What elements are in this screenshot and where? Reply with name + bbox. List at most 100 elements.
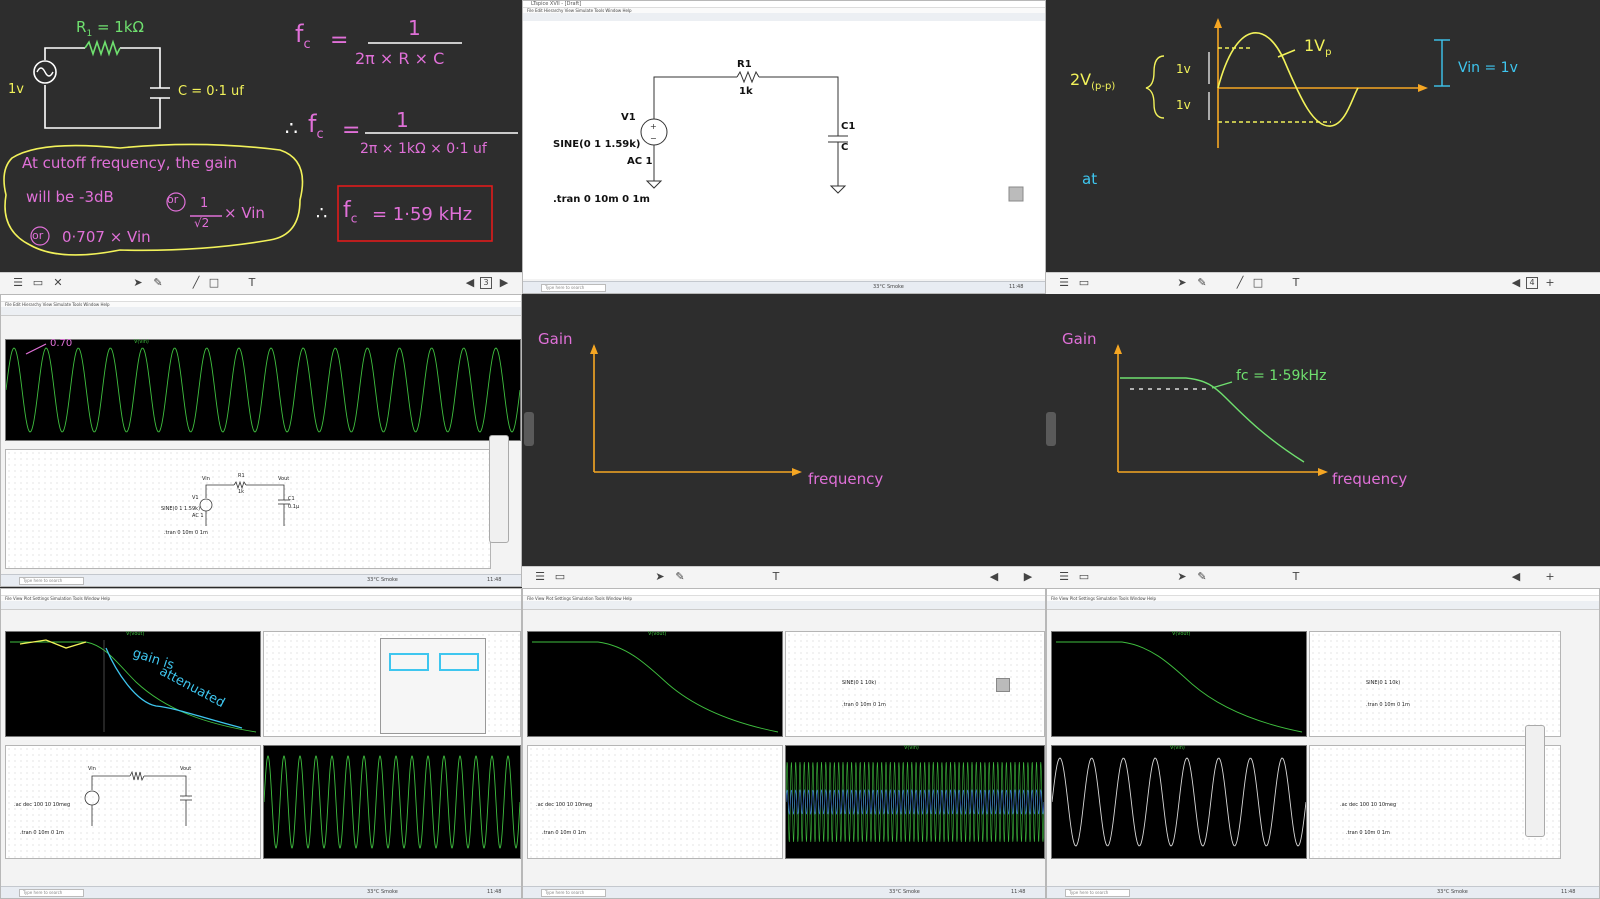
cursor-icon[interactable]: ➤ [1176, 571, 1188, 583]
menu-icon[interactable]: ☰ [12, 277, 24, 289]
vout-net-label[interactable]: Vout [180, 766, 191, 772]
note-or-2: or [32, 229, 44, 242]
v1-name[interactable]: V1 [192, 495, 199, 501]
cursor-icon[interactable]: ➤ [654, 571, 666, 583]
v1-ac[interactable]: AC 1 [192, 513, 204, 519]
screen-icon[interactable]: ▭ [554, 571, 566, 583]
c1-value[interactable]: 0.1µ [288, 504, 299, 510]
r1-value[interactable]: 1k [238, 489, 244, 495]
transient-plot-dense[interactable]: V(vin) [785, 745, 1045, 859]
vin-net-label[interactable]: Vin [88, 766, 96, 772]
pen-side-palette[interactable] [489, 435, 509, 543]
pen-icon[interactable]: ✎ [1196, 277, 1208, 289]
pen-side-palette[interactable] [1525, 725, 1545, 837]
text-icon[interactable]: T [246, 277, 258, 289]
menu-icon[interactable]: ☰ [1058, 571, 1070, 583]
schematic-panel-top[interactable] [263, 631, 521, 737]
screen-icon[interactable]: ▭ [32, 277, 44, 289]
whiteboard-gain-axes: Gain frequency [522, 294, 1046, 587]
line-icon[interactable]: ╱ [1234, 277, 1246, 289]
tran-directive[interactable]: .tran 0 10m 0 1m [1366, 702, 1410, 708]
tran-directive[interactable]: .tran 0 10m 0 1m [20, 830, 64, 836]
v1-sine[interactable]: SINE(0 1 10k) [842, 680, 876, 686]
tran-directive[interactable]: .tran 0 10m 0 1m [842, 702, 886, 708]
vpp-label: 2V(p-p) [1070, 70, 1116, 93]
ltspice-toolbar[interactable] [1, 601, 521, 610]
windows-taskbar-8[interactable]: Type here to search 33°C Smoke 11:48 [523, 886, 1045, 898]
transient-plot[interactable] [263, 745, 521, 859]
bode-plot[interactable]: V(vout) [527, 631, 783, 737]
tran-directive[interactable]: .tran 0 10m 0 1m [542, 830, 586, 836]
ltspice-toolbar[interactable] [1, 307, 521, 316]
schematic-panel-bottom[interactable]: .ac dec 100 10 10meg .tran 0 10m 0 1m [1309, 745, 1561, 859]
ltspice-toolbar[interactable] [1047, 601, 1599, 610]
v1-ac[interactable]: AC 1 [627, 156, 653, 167]
ac-directive[interactable]: .ac dec 100 10 10meg [14, 802, 70, 808]
pen-icon[interactable]: ✎ [1196, 571, 1208, 583]
text-icon[interactable]: T [1290, 571, 1302, 583]
line-icon[interactable]: ╱ [190, 277, 202, 289]
taskbar-search[interactable]: Type here to search [541, 889, 606, 897]
vout-net-label[interactable]: Vout [278, 476, 289, 482]
taskbar-search[interactable]: Type here to search [541, 284, 606, 292]
windows-taskbar-2[interactable]: Type here to search 33°C Smoke 11:48 [523, 281, 1045, 293]
taskbar-search[interactable]: Type here to search [1065, 889, 1130, 897]
svg-text:−: − [650, 134, 657, 143]
schematic-panel-bottom[interactable]: .ac dec 100 10 10meg .tran 0 10m 0 1m [527, 745, 783, 859]
pen-icon[interactable]: ✎ [674, 571, 686, 583]
next-page-icon[interactable]: ▶ [1022, 571, 1034, 583]
ac-directive[interactable]: .ac dec 100 10 10meg [1340, 802, 1396, 808]
v1-sine[interactable]: SINE(0 1 1.59k) [553, 139, 640, 150]
windows-taskbar-4[interactable]: Type here to search 33°C Smoke 11:48 [1, 574, 521, 586]
rect-icon[interactable]: □ [1252, 277, 1264, 289]
r1-name[interactable]: R1 [737, 59, 752, 70]
bode-plot[interactable]: V(vout) [1051, 631, 1307, 737]
tran-directive[interactable]: .tran 0 10m 0 1m [164, 530, 208, 536]
screen-icon[interactable]: ▭ [1078, 277, 1090, 289]
screen-icon[interactable]: ▭ [1078, 571, 1090, 583]
schematic-canvas[interactable]: + − R1 1k V1 SINE(0 1 1.59k) AC 1 C1 C .… [523, 21, 1045, 279]
transient-plot[interactable]: V(vin) 0.70 [5, 338, 521, 441]
menu-icon[interactable]: ☰ [1058, 277, 1070, 289]
v1-sine[interactable]: SINE(0 1 1.59k) [161, 506, 200, 512]
windows-taskbar-9[interactable]: Type here to search 33°C Smoke 11:48 [1047, 886, 1599, 898]
bode-plot[interactable]: V(vout) gain is attenuated [5, 631, 261, 737]
one-volt-top: 1v [1176, 62, 1191, 76]
r1-name[interactable]: R1 [238, 473, 245, 479]
schematic-panel-top[interactable]: SINE(0 1 10k) .tran 0 10m 0 1m [785, 631, 1045, 737]
ac-directive[interactable]: .ac dec 100 10 10meg [536, 802, 592, 808]
schematic-panel-bottom[interactable]: Vin Vout .ac dec 100 10 10meg .tran 0 10… [5, 745, 261, 859]
windows-taskbar-7[interactable]: Type here to search 33°C Smoke 11:48 [1, 886, 521, 898]
cursor-icon[interactable]: ➤ [132, 277, 144, 289]
taskbar-search[interactable]: Type here to search [19, 889, 84, 897]
tools-icon[interactable]: ✕ [52, 277, 64, 289]
schematic-panel[interactable]: Vin Vout R1 1k V1 SINE(0 1 1.59k) AC 1 C… [5, 449, 491, 569]
transient-plot-10k[interactable]: V(vin) [1051, 745, 1307, 859]
schematic-panel-top[interactable]: SINE(0 1 10k) .tran 0 10m 0 1m [1309, 631, 1561, 737]
add-page-icon[interactable]: + [1544, 277, 1556, 289]
taskbar-search[interactable]: Type here to search [19, 577, 84, 585]
c1-value[interactable]: C [841, 142, 848, 153]
add-page-icon[interactable]: + [1544, 571, 1556, 583]
prev-page-icon[interactable]: ◀ [1510, 277, 1522, 289]
pen-icon[interactable]: ✎ [152, 277, 164, 289]
c1-name[interactable]: C1 [841, 121, 855, 132]
text-icon[interactable]: T [770, 571, 782, 583]
v1-name[interactable]: V1 [621, 112, 636, 123]
c1-name[interactable]: C1 [288, 496, 295, 502]
next-page-icon[interactable]: ▶ [498, 277, 510, 289]
cursor-icon[interactable]: ➤ [1176, 277, 1188, 289]
prev-page-icon[interactable]: ◀ [464, 277, 476, 289]
prev-page-icon[interactable]: ◀ [988, 571, 1000, 583]
rect-icon[interactable]: □ [208, 277, 220, 289]
v1-sine[interactable]: SINE(0 1 10k) [1366, 680, 1400, 686]
menu-icon[interactable]: ☰ [534, 571, 546, 583]
component-dialog[interactable] [380, 638, 486, 734]
r1-value[interactable]: 1k [739, 86, 753, 97]
prev-page-icon[interactable]: ◀ [1510, 571, 1522, 583]
text-icon[interactable]: T [1290, 277, 1302, 289]
ltspice-toolbar[interactable] [523, 601, 1045, 610]
tran-directive[interactable]: .tran 0 10m 0 1m [1346, 830, 1390, 836]
vin-net-label[interactable]: Vin [202, 476, 210, 482]
tran-directive[interactable]: .tran 0 10m 0 1m [553, 194, 650, 205]
